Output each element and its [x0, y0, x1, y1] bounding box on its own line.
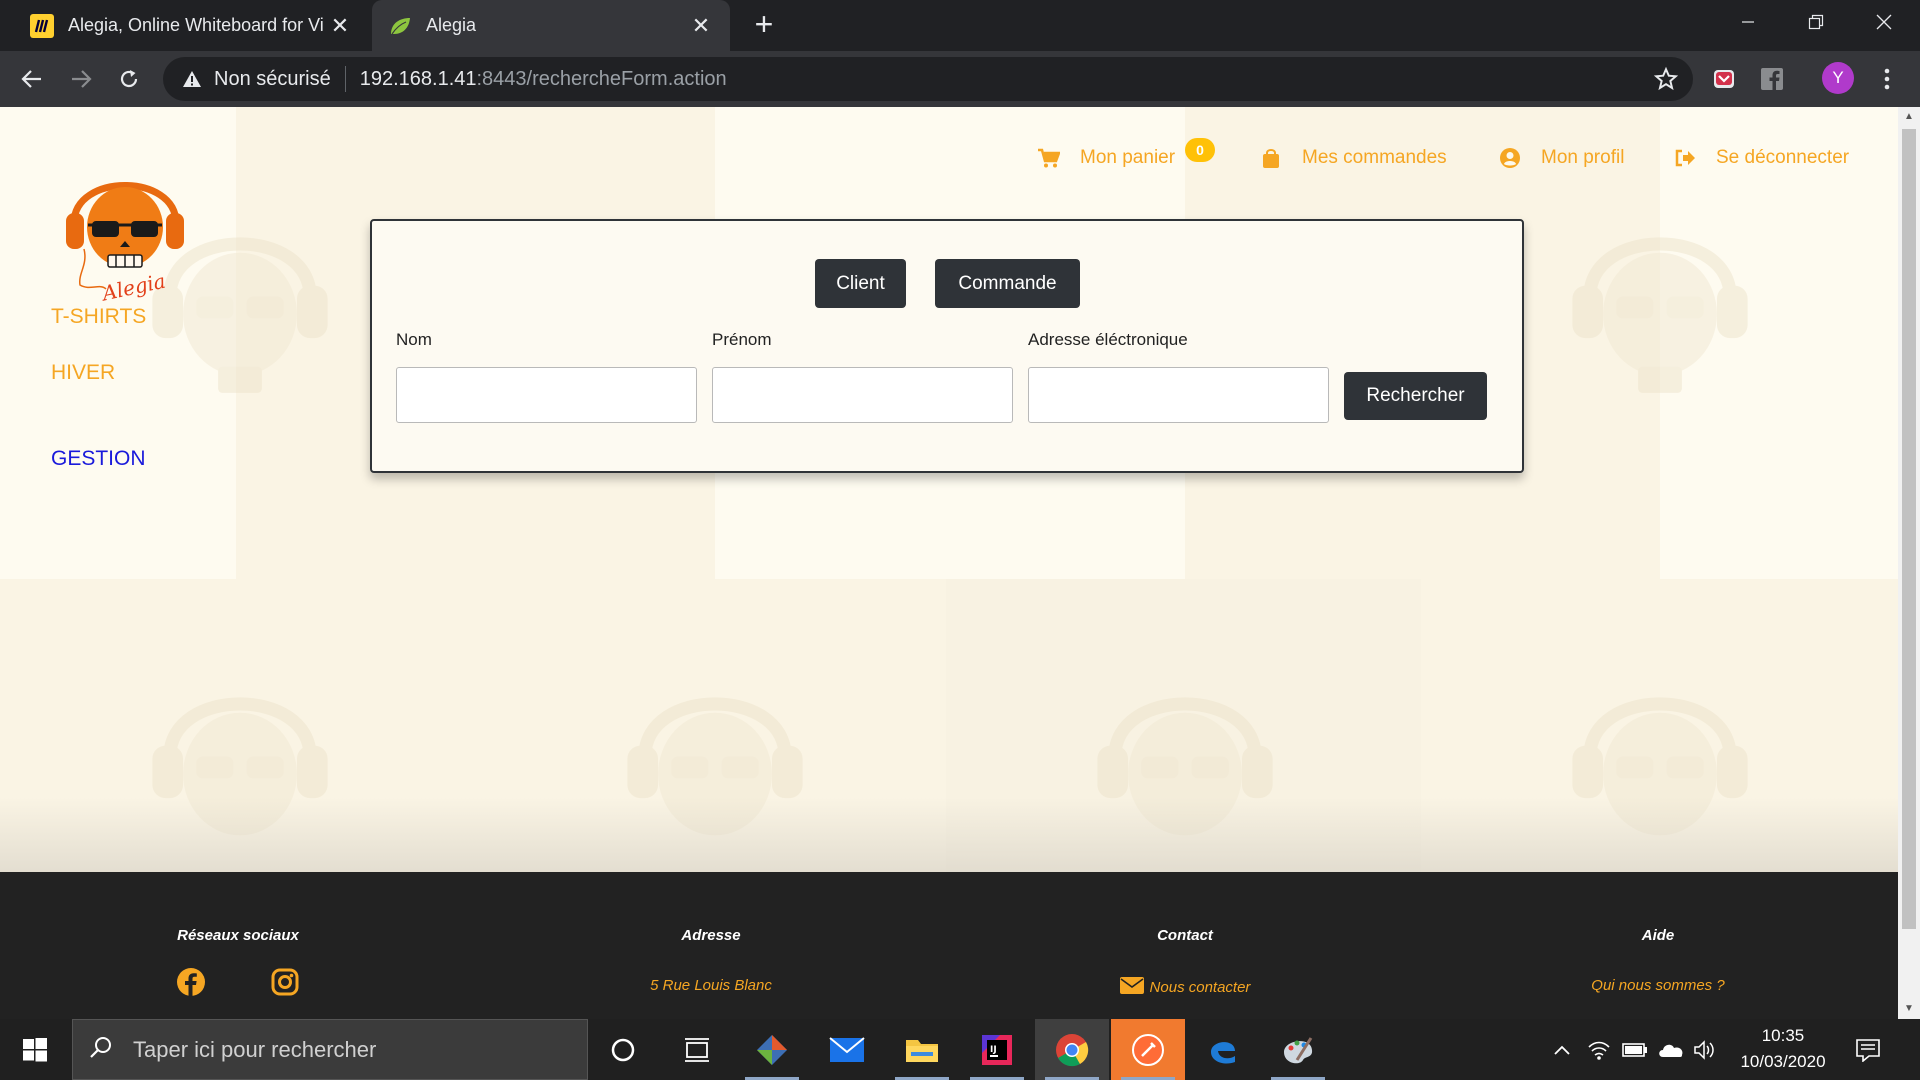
sign-out-icon	[1674, 147, 1696, 169]
kebab-menu-icon[interactable]	[1872, 64, 1902, 94]
tab-client-button[interactable]: Client	[815, 259, 906, 308]
cart-count-badge: 0	[1185, 138, 1215, 162]
miro-icon	[30, 13, 54, 38]
profile-avatar[interactable]: Y	[1822, 62, 1854, 94]
minimize-icon[interactable]	[1714, 0, 1782, 44]
scroll-up-icon[interactable]: ▲	[1898, 107, 1920, 127]
close-tab-icon[interactable]: ✕	[686, 13, 716, 39]
url-host: 192.168.1.41	[359, 67, 477, 90]
postman-icon[interactable]	[1111, 1019, 1185, 1080]
browser-tab-miro[interactable]: Alegia, Online Whiteboard for Vi ✕	[0, 0, 369, 51]
back-arrow-icon[interactable]	[13, 60, 51, 98]
pocket-extension-icon[interactable]	[1709, 64, 1739, 94]
page-viewport: Alegia Mon panier 0 Mes commandes Mon pr…	[0, 107, 1898, 1019]
tab-commande-button[interactable]: Commande	[935, 259, 1080, 308]
footer-shadow	[0, 797, 1898, 872]
nav-orders-label: Mes commandes	[1302, 147, 1447, 168]
browser-tab-strip: Alegia, Online Whiteboard for Vi ✕ Alegi…	[0, 0, 1920, 51]
sidebar-item-tshirts[interactable]: T-SHIRTS	[51, 305, 146, 329]
email-label: Adresse éléctronique	[1028, 330, 1188, 349]
file-explorer-icon[interactable]	[885, 1019, 959, 1080]
instagram-icon[interactable]	[271, 968, 299, 996]
reload-icon[interactable]	[110, 60, 148, 98]
show-hidden-icons[interactable]	[1550, 1019, 1574, 1080]
forward-arrow-icon[interactable]	[62, 60, 100, 98]
sidebar-item-hiver[interactable]: HIVER	[51, 361, 115, 385]
footer-heading-contact: Contact	[1157, 927, 1213, 944]
bookmark-star-icon[interactable]	[1653, 66, 1679, 92]
notification-center-icon[interactable]	[1855, 1019, 1881, 1080]
svg-text:IJ: IJ	[990, 1045, 997, 1055]
cortana-icon[interactable]	[586, 1019, 660, 1080]
sidebar-item-gestion[interactable]: GESTION	[51, 447, 146, 471]
footer-heading-social: Réseaux sociaux	[177, 927, 299, 944]
alegia-logo[interactable]: Alegia	[60, 155, 190, 305]
windows-taskbar: Taper ici pour rechercher IJ 10:35 10/03…	[0, 1019, 1920, 1080]
paint-icon[interactable]	[1261, 1019, 1335, 1080]
nav-orders-link[interactable]: Mes commandes	[1260, 147, 1447, 169]
nom-input[interactable]	[396, 367, 697, 423]
prenom-label: Prénom	[712, 330, 772, 349]
mail-icon[interactable]	[810, 1019, 884, 1080]
security-label[interactable]: Non sécurisé	[214, 68, 331, 91]
search-button[interactable]: Rechercher	[1344, 372, 1487, 420]
shopping-bag-icon	[1260, 147, 1282, 169]
edge-icon[interactable]	[1186, 1019, 1260, 1080]
wifi-icon[interactable]	[1587, 1019, 1611, 1080]
taskbar-clock[interactable]: 10:35 10/03/2020	[1720, 1023, 1846, 1075]
browser-tab-alegia[interactable]: Alegia ✕	[372, 0, 730, 51]
envelope-icon	[1119, 977, 1144, 998]
footer-heading-address: Adresse	[681, 927, 741, 944]
taskbar-search-placeholder: Taper ici pour rechercher	[133, 1036, 377, 1062]
spring-leaf-icon	[388, 14, 412, 38]
page-scrollbar[interactable]: ▲ ▼	[1898, 107, 1920, 1019]
close-tab-icon[interactable]: ✕	[325, 13, 355, 39]
footer-address-text: 5 Rue Louis Blanc	[650, 977, 772, 994]
scroll-down-icon[interactable]: ▼	[1898, 999, 1920, 1019]
tab-title: Alegia, Online Whiteboard for Vi	[68, 15, 324, 35]
scroll-thumb[interactable]	[1902, 129, 1916, 929]
email-input[interactable]	[1028, 367, 1329, 423]
contact-label: Nous contacter	[1149, 979, 1251, 996]
clock-time: 10:35	[1761, 1026, 1805, 1045]
nav-cart-label: Mon panier	[1080, 147, 1176, 168]
site-footer: Réseaux sociaux Adresse Contact Aide 5 R…	[0, 872, 1898, 1019]
nav-cart-link[interactable]: Mon panier	[1038, 147, 1175, 169]
tab-title: Alegia	[426, 15, 477, 35]
url-path: :8443/rechercheForm.action	[476, 67, 727, 90]
nav-profile-label: Mon profil	[1541, 147, 1625, 168]
warning-icon	[180, 67, 204, 91]
footer-about-link[interactable]: Qui nous sommes ?	[1508, 977, 1808, 994]
task-view-icon[interactable]	[660, 1019, 734, 1080]
search-icon	[89, 1035, 113, 1064]
address-bar[interactable]: Non sécurisé 192.168.1.41 :8443/recherch…	[163, 57, 1693, 101]
nav-logout-link[interactable]: Se déconnecter	[1674, 147, 1849, 169]
battery-icon[interactable]	[1622, 1019, 1648, 1080]
nom-label: Nom	[396, 330, 432, 349]
skull-watermark-icon	[1572, 237, 1748, 393]
browser-toolbar: Non sécurisé 192.168.1.41 :8443/recherch…	[0, 51, 1920, 107]
footer-heading-help: Aide	[1641, 927, 1675, 944]
close-window-icon[interactable]	[1850, 0, 1918, 44]
restore-icon[interactable]	[1782, 0, 1850, 44]
nav-logout-label: Se déconnecter	[1716, 147, 1850, 168]
onedrive-icon[interactable]	[1657, 1019, 1685, 1080]
new-tab-button[interactable]: +	[747, 8, 781, 42]
nav-profile-link[interactable]: Mon profil	[1499, 147, 1624, 169]
prenom-input[interactable]	[712, 367, 1013, 423]
taskbar-search-box[interactable]: Taper ici pour rechercher	[72, 1019, 588, 1080]
windows-start-icon[interactable]	[0, 1019, 70, 1080]
facebook-icon[interactable]	[177, 968, 205, 996]
git-app-icon[interactable]	[735, 1019, 809, 1080]
user-circle-icon	[1499, 147, 1521, 169]
cart-icon	[1038, 147, 1060, 169]
volume-icon[interactable]	[1693, 1019, 1717, 1080]
facebook-extension-icon[interactable]	[1757, 64, 1787, 94]
footer-contact-link[interactable]: Nous contacter	[1035, 977, 1335, 998]
divider	[344, 66, 346, 92]
intellij-icon[interactable]: IJ	[960, 1019, 1034, 1080]
clock-date: 10/03/2020	[1740, 1052, 1826, 1071]
chrome-icon[interactable]	[1035, 1019, 1109, 1080]
search-form-card: Client Commande Nom Prénom Adresse éléct…	[370, 219, 1524, 473]
